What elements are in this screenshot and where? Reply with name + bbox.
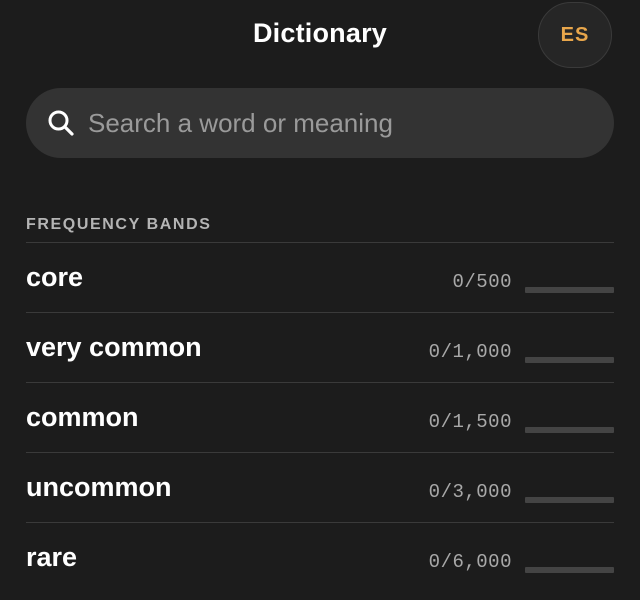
band-count: 0/1,500	[428, 411, 512, 433]
frequency-band-list: core 0/500 very common 0/1,000 common 0/…	[26, 242, 614, 592]
band-label: core	[26, 262, 84, 292]
band-label: very common	[26, 332, 202, 362]
search-input[interactable]	[88, 103, 614, 143]
band-progress-bar	[525, 357, 614, 363]
search-icon	[46, 108, 76, 138]
band-count: 0/500	[452, 271, 512, 293]
band-label: common	[26, 402, 139, 432]
band-progress-bar	[525, 287, 614, 293]
language-button[interactable]: ES	[538, 2, 612, 68]
section-title: FREQUENCY BANDS	[26, 216, 212, 233]
band-row-rare[interactable]: rare 0/6,000	[26, 522, 614, 592]
band-count: 0/6,000	[428, 551, 512, 573]
band-row-very-common[interactable]: very common 0/1,000	[26, 312, 614, 382]
band-label: uncommon	[26, 472, 172, 502]
band-count: 0/1,000	[428, 341, 512, 363]
band-progress-bar	[525, 497, 614, 503]
band-row-core[interactable]: core 0/500	[26, 242, 614, 312]
band-progress-bar	[525, 427, 614, 433]
band-count: 0/3,000	[428, 481, 512, 503]
header: Dictionary ES	[0, 0, 640, 72]
search-bar[interactable]	[26, 88, 614, 158]
band-row-common[interactable]: common 0/1,500	[26, 382, 614, 452]
band-progress-bar	[525, 567, 614, 573]
band-row-uncommon[interactable]: uncommon 0/3,000	[26, 452, 614, 522]
band-label: rare	[26, 542, 78, 572]
